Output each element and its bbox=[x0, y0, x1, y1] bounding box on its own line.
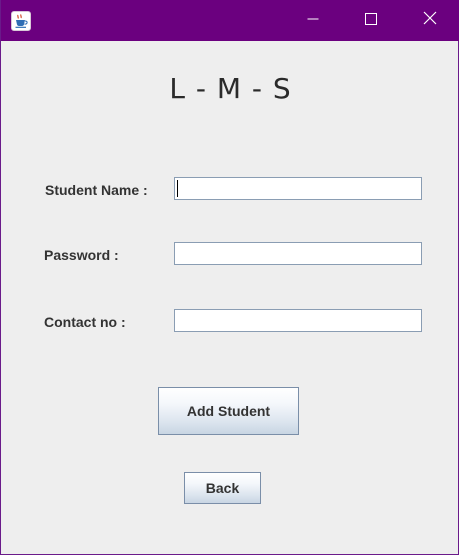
contact-no-label: Contact no : bbox=[44, 314, 126, 330]
close-button[interactable] bbox=[401, 0, 459, 41]
minimize-icon bbox=[307, 12, 319, 30]
back-button[interactable]: Back bbox=[184, 472, 261, 504]
student-name-label: Student Name : bbox=[45, 182, 148, 198]
add-student-button[interactable]: Add Student bbox=[158, 387, 299, 435]
text-caret bbox=[177, 180, 178, 197]
java-cup-icon[interactable] bbox=[11, 11, 31, 31]
password-input[interactable] bbox=[174, 242, 422, 265]
student-name-input[interactable] bbox=[174, 177, 422, 200]
page-title: L - M - S bbox=[169, 72, 292, 105]
minimize-button[interactable] bbox=[284, 0, 342, 41]
contact-no-input[interactable] bbox=[174, 309, 422, 332]
password-label: Password : bbox=[44, 247, 119, 263]
app-window: L - M - S Student Name : Password : Cont… bbox=[0, 0, 459, 555]
title-bar[interactable] bbox=[1, 0, 459, 41]
close-icon bbox=[423, 11, 437, 30]
maximize-icon bbox=[365, 12, 377, 30]
maximize-button[interactable] bbox=[342, 0, 400, 41]
